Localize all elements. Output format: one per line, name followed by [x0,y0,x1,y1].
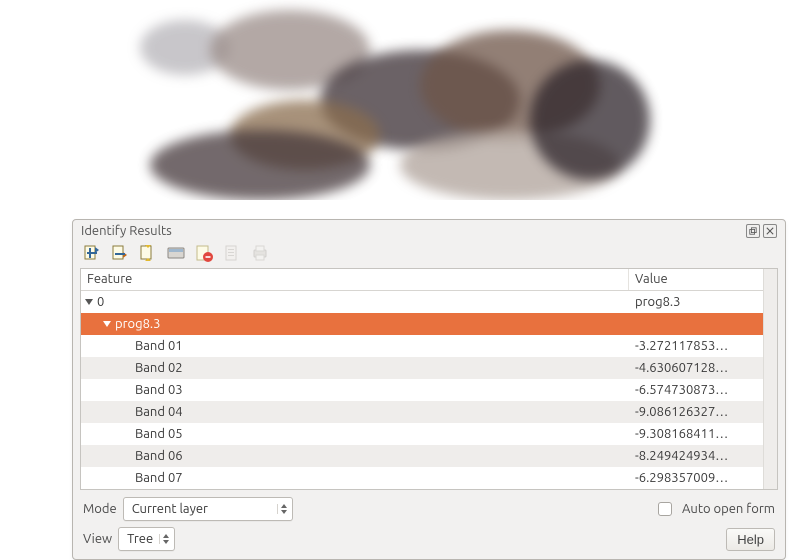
tree-row[interactable]: Band 07 -6.298357009… [81,467,763,489]
row-feature-text: 0 [97,295,104,309]
view-selected: Tree [127,532,159,546]
row-feature-text: Band 03 [135,383,183,397]
row-value-text: -9.308168411… [629,427,763,441]
tree-header: Feature Value [81,269,763,291]
row-feature-text: Band 02 [135,361,183,375]
undock-button[interactable] [746,224,760,238]
row-value-text: prog8.3 [629,295,763,309]
row-value-text: -8.249424934… [629,449,763,463]
row-feature-text: prog8.3 [115,317,160,331]
toolbar [73,240,785,268]
help-button[interactable]: Help [726,528,775,551]
vertical-scrollbar[interactable] [763,269,777,489]
row-feature-text: Band 04 [135,405,183,419]
column-header-value[interactable]: Value [629,269,763,290]
close-panel-button[interactable] [763,224,777,238]
map-canvas[interactable] [0,0,794,200]
view-combo[interactable]: Tree [118,527,175,551]
view-label: View [83,532,112,546]
identify-results-panel: Identify Results [72,219,786,560]
tree-row[interactable]: Band 04 -9.086126327… [81,401,763,423]
print-icon[interactable] [251,244,269,262]
mode-row: Mode Current layer Auto open form [73,490,785,525]
row-value-text: -3.272117853… [629,339,763,353]
auto-open-form-label: Auto open form [682,502,775,516]
results-tree: Feature Value 0 prog8.3 prog8.3 Band 01 -3.2… [80,268,778,490]
row-feature-text: Band 06 [135,449,183,463]
expand-new-results-icon[interactable] [83,244,101,262]
copy-to-clipboard-icon[interactable] [223,244,241,262]
expand-all-icon[interactable] [139,244,157,262]
auto-open-form-checkbox[interactable] [658,502,672,516]
row-value-text: -6.574730873… [629,383,763,397]
row-value-text: -6.298357009… [629,471,763,485]
row-feature-text: Band 07 [135,471,183,485]
mode-label: Mode [83,502,117,516]
row-feature-text: Band 01 [135,339,183,353]
row-feature-text: Band 05 [135,427,183,441]
dock-panel-icon[interactable] [167,244,185,262]
column-header-feature[interactable]: Feature [81,269,629,290]
row-value-text: -9.086126327… [629,405,763,419]
tree-row[interactable]: Band 06 -8.249424934… [81,445,763,467]
panel-titlebar: Identify Results [73,220,785,240]
view-row: View Tree Help [73,525,785,559]
tree-row[interactable]: Band 03 -6.574730873… [81,379,763,401]
tree-row[interactable]: Band 05 -9.308168411… [81,423,763,445]
tree-row[interactable]: 0 prog8.3 [81,291,763,313]
tree-row[interactable]: Band 01 -3.272117853… [81,335,763,357]
row-value-text: -4.630607128… [629,361,763,375]
clear-results-icon[interactable] [195,244,213,262]
tree-row[interactable]: Band 02 -4.630607128… [81,357,763,379]
expander-icon[interactable] [103,321,111,327]
mode-selected: Current layer [132,502,214,516]
mode-combo[interactable]: Current layer [123,497,293,521]
expander-icon[interactable] [85,299,93,305]
collapse-all-icon[interactable] [111,244,129,262]
tree-row[interactable]: prog8.3 [81,313,763,335]
panel-title: Identify Results [81,224,743,238]
